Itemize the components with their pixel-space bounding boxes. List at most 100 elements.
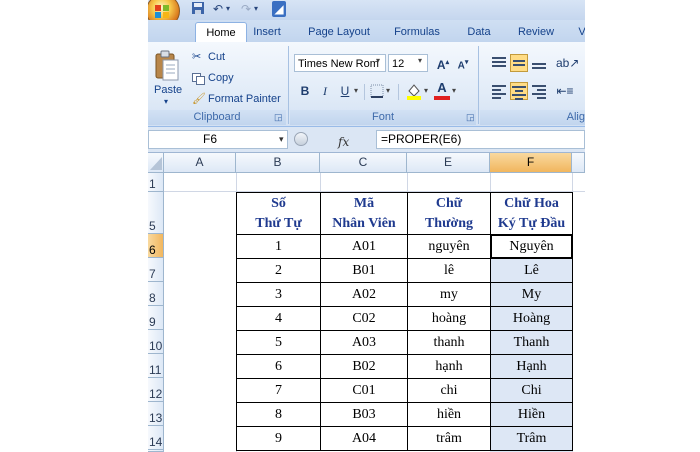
font-color-dropdown-icon[interactable]: ▾ — [452, 86, 456, 95]
paste-dropdown-icon[interactable]: ▾ — [164, 94, 168, 110]
cell-chu-thuong[interactable]: lê — [407, 258, 491, 283]
indent-icon[interactable]: ⇤≡ — [556, 82, 574, 100]
header-cell-ma-nhan-vien[interactable]: Mã Nhân Viên — [320, 192, 408, 235]
align-top-icon[interactable] — [490, 54, 508, 72]
cell-stt[interactable]: 7 — [236, 378, 321, 403]
paste-button[interactable]: Paste — [154, 82, 182, 98]
align-bottom-icon[interactable] — [530, 54, 548, 72]
cell-ma[interactable]: A04 — [320, 426, 408, 451]
name-box-dropdown-icon[interactable]: ▾ — [279, 131, 284, 148]
fill-color-dropdown-icon[interactable]: ▾ — [424, 86, 428, 95]
cell-chu-hoa[interactable]: Lê — [490, 258, 573, 283]
tab-data[interactable]: Data — [462, 22, 496, 42]
customize-qat-icon[interactable]: ◢ — [272, 1, 286, 17]
font-launcher-icon[interactable]: ◲ — [466, 112, 475, 123]
tab-formulas[interactable]: Formulas — [390, 22, 444, 42]
cell-ma[interactable]: B03 — [320, 402, 408, 427]
column-header-b[interactable]: B — [236, 153, 320, 173]
tab-insert[interactable]: Insert — [248, 22, 286, 42]
cell-chu-thuong[interactable]: trâm — [407, 426, 491, 451]
row-header-5[interactable]: 5 — [148, 192, 164, 234]
font-name-dropdown-icon[interactable]: ▾ — [376, 56, 380, 65]
format-painter-button[interactable]: Format Painter — [208, 91, 281, 107]
shrink-font-icon[interactable]: A▾ — [454, 54, 472, 72]
cell-chu-hoa[interactable]: Hiền — [490, 402, 573, 427]
fill-color-icon[interactable] — [406, 82, 422, 100]
borders-icon[interactable] — [370, 84, 384, 98]
column-header-e[interactable]: E — [407, 153, 490, 173]
cell-chu-hoa[interactable]: Hoàng — [490, 306, 573, 331]
cell-stt[interactable]: 2 — [236, 258, 321, 283]
cell-ma[interactable]: A02 — [320, 282, 408, 307]
font-size-dropdown-icon[interactable]: ▾ — [418, 56, 422, 65]
cell-ma[interactable]: B02 — [320, 354, 408, 379]
underline-dropdown-icon[interactable]: ▾ — [354, 86, 358, 95]
cell-stt[interactable]: 9 — [236, 426, 321, 451]
paste-icon[interactable] — [154, 50, 180, 84]
clipboard-launcher-icon[interactable]: ◲ — [274, 112, 283, 123]
cell-ma[interactable]: A01 — [320, 234, 408, 259]
font-name-combo[interactable]: Times New Rom — [294, 54, 386, 72]
cell-ma[interactable]: C02 — [320, 306, 408, 331]
cell-ma[interactable]: B01 — [320, 258, 408, 283]
column-header-next[interactable] — [572, 153, 585, 173]
copy-button[interactable]: Copy — [208, 70, 234, 86]
cell-chu-thuong[interactable]: chi — [407, 378, 491, 403]
column-header-a[interactable]: A — [164, 153, 236, 173]
cell-ma[interactable]: C01 — [320, 378, 408, 403]
row-header-10[interactable]: 10 — [148, 330, 164, 354]
cell-stt[interactable]: 5 — [236, 330, 321, 355]
align-left-icon[interactable] — [490, 82, 508, 100]
italic-button[interactable]: I — [316, 82, 334, 100]
redo-dropdown-icon[interactable]: ▾ — [252, 1, 260, 17]
row-header-11[interactable]: 11 — [148, 354, 164, 378]
cut-button[interactable]: Cut — [208, 49, 225, 65]
cell-chu-thuong[interactable]: hạnh — [407, 354, 491, 379]
cell-chu-thuong[interactable]: hoàng — [407, 306, 491, 331]
name-box[interactable]: F6 ▾ — [148, 130, 288, 149]
column-header-f[interactable]: F — [490, 153, 572, 173]
insert-function-icon[interactable]: fx — [338, 133, 349, 151]
orientation-icon[interactable]: ab↗ — [556, 54, 579, 72]
undo-dropdown-icon[interactable]: ▾ — [224, 1, 232, 17]
cell-stt[interactable]: 1 — [236, 234, 321, 259]
tab-page-layout[interactable]: Page Layout — [304, 22, 374, 42]
grow-font-icon[interactable]: A▴ — [434, 54, 452, 72]
tab-review[interactable]: Review — [514, 22, 558, 42]
header-cell-chu-hoa[interactable]: Chữ Hoa Ký Tự Đầu — [490, 192, 573, 235]
tab-view[interactable]: V — [576, 22, 585, 42]
cell-chu-thuong[interactable]: hiền — [407, 402, 491, 427]
header-cell-chu-thuong[interactable]: Chữ Thường — [407, 192, 491, 235]
active-cell-f6[interactable]: Nguyên — [490, 234, 573, 259]
row-header-12[interactable]: 12 — [148, 378, 164, 402]
cell-chu-hoa[interactable]: Thanh — [490, 330, 573, 355]
row-header-8[interactable]: 8 — [148, 282, 164, 306]
row-header-9[interactable]: 9 — [148, 306, 164, 330]
cell-stt[interactable]: 6 — [236, 354, 321, 379]
cell-stt[interactable]: 8 — [236, 402, 321, 427]
cell-chu-hoa[interactable]: Trâm — [490, 426, 573, 451]
align-middle-icon[interactable] — [510, 54, 528, 72]
cell-chu-thuong[interactable]: nguyên — [407, 234, 491, 259]
formula-input[interactable]: =PROPER(E6) — [376, 130, 585, 149]
save-icon[interactable] — [190, 1, 206, 17]
row-header-14[interactable]: 14 — [148, 426, 164, 450]
cell-chu-thuong[interactable]: thanh — [407, 330, 491, 355]
select-all-corner[interactable] — [148, 153, 164, 173]
header-cell-so-thu-tu[interactable]: Số Thứ Tự — [236, 192, 321, 235]
align-center-icon[interactable] — [510, 82, 528, 100]
row-header-6[interactable]: 6 — [148, 234, 164, 258]
cell-chu-hoa[interactable]: Chi — [490, 378, 573, 403]
row-header-1[interactable]: 1 — [148, 173, 164, 192]
cell-chu-hoa[interactable]: My — [490, 282, 573, 307]
column-header-c[interactable]: C — [320, 153, 407, 173]
formula-bar-splitter-icon[interactable] — [294, 132, 308, 146]
font-color-icon[interactable]: A — [434, 80, 450, 100]
row-header-7[interactable]: 7 — [148, 258, 164, 282]
underline-button[interactable]: U — [336, 82, 354, 100]
cell-chu-hoa[interactable]: Hạnh — [490, 354, 573, 379]
row-header-13[interactable]: 13 — [148, 402, 164, 426]
bold-button[interactable]: B — [296, 82, 314, 100]
cell-ma[interactable]: A03 — [320, 330, 408, 355]
align-right-icon[interactable] — [530, 82, 548, 100]
